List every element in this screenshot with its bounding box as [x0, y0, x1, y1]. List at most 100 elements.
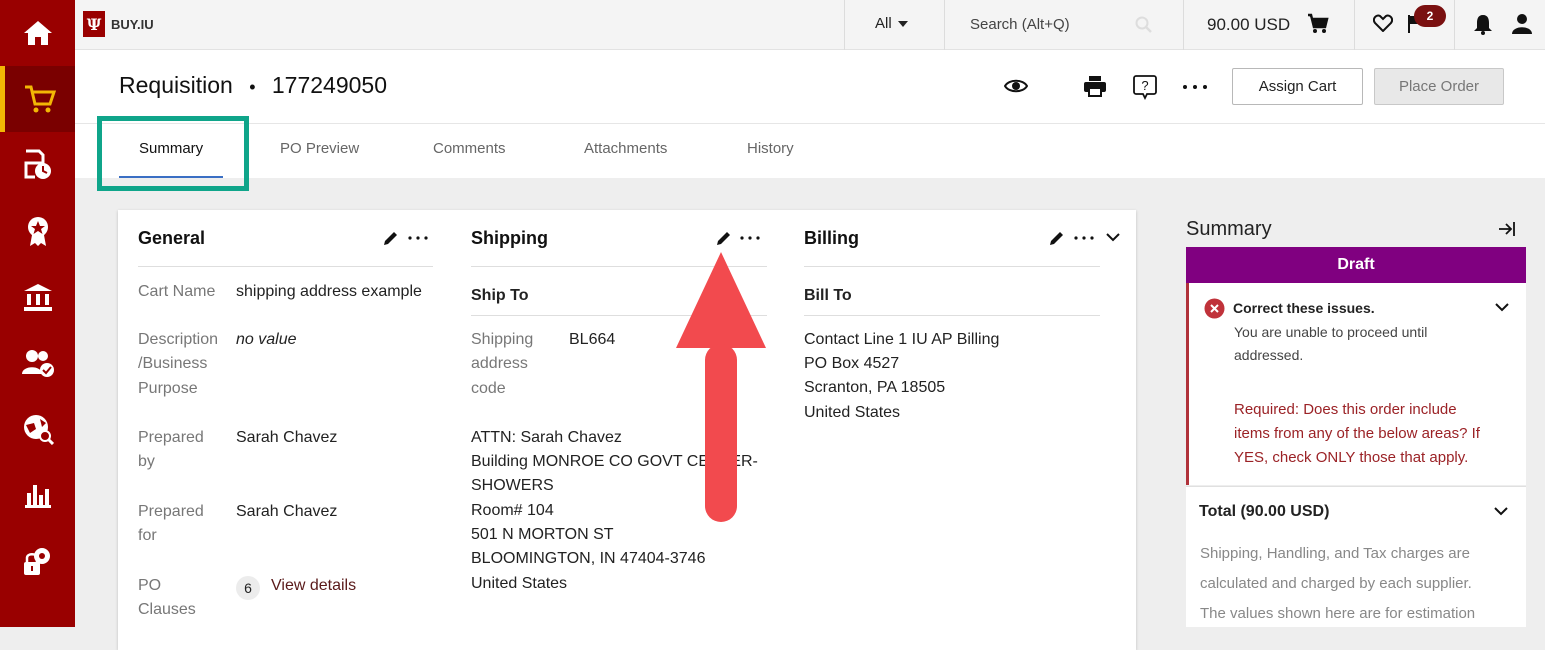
bill-address-line: United States [804, 404, 901, 421]
description-label: Description [138, 331, 219, 348]
total-note: The values shown here are for estimation [1200, 605, 1476, 622]
home-icon [23, 21, 52, 45]
pencil-icon[interactable] [1049, 230, 1065, 246]
user-icon[interactable] [1511, 13, 1533, 35]
bank-icon [23, 284, 52, 311]
ship-address-line: United States [471, 575, 568, 592]
tab-comments[interactable]: Comments [433, 140, 506, 157]
logo-text: BUY.IU [111, 16, 154, 32]
ship-address-line: BLOOMINGTON, IN 47404-3746 [471, 550, 706, 567]
description-label: Purpose [138, 380, 198, 397]
tab-history[interactable]: History [747, 140, 794, 157]
search-scope-label: All [875, 15, 892, 32]
highlight-box [97, 116, 249, 191]
buy-iu-logo[interactable]: Ψ BUY.IU [83, 11, 154, 37]
search-scope-dropdown[interactable]: All [875, 15, 908, 32]
nav-reports[interactable] [0, 462, 75, 528]
caret-down-icon [897, 20, 908, 27]
description-label: /Business [138, 355, 208, 372]
print-icon[interactable] [1083, 75, 1107, 97]
prepared-by-label: by [138, 453, 155, 470]
more-options-icon[interactable] [408, 236, 428, 240]
shipping-code-label: Shipping [471, 331, 534, 348]
nav-suppliers[interactable] [0, 330, 75, 396]
place-order-button[interactable]: Place Order [1374, 68, 1504, 105]
total-note: calculated and charged by each supplier. [1200, 575, 1472, 592]
prepared-by-value: Sarah Chavez [236, 429, 338, 446]
billing-heading: Billing [804, 228, 859, 248]
nav-global[interactable] [0, 396, 75, 462]
shipping-code-label: code [471, 380, 506, 397]
required-question[interactable]: Required: Does this order include [1234, 401, 1457, 418]
total-note: Shipping, Handling, and Tax charges are [1200, 545, 1470, 562]
top-bar: Ψ BUY.IU All Search (Alt+Q) 90.00 USD 2 [75, 0, 1545, 50]
nav-contracts[interactable] [0, 198, 75, 264]
search-input[interactable]: Search (Alt+Q) [945, 0, 1183, 50]
cart-name-value: shipping address example [236, 283, 422, 300]
eye-icon[interactable] [1004, 78, 1028, 94]
more-options-icon[interactable] [1074, 236, 1094, 240]
total-panel: Total (90.00 USD) Shipping, Handling, an… [1186, 486, 1526, 627]
help-icon[interactable]: ? [1133, 74, 1157, 100]
chevron-down-icon[interactable] [1494, 507, 1508, 516]
nav-orders[interactable] [0, 132, 75, 198]
po-clauses-label: Clauses [138, 601, 196, 618]
issues-panel: Correct these issues. You are unable to … [1186, 283, 1526, 485]
chevron-down-icon[interactable] [1106, 233, 1120, 242]
bar-chart-icon [24, 485, 51, 508]
left-navigation [0, 0, 75, 627]
document-clock-icon [24, 149, 51, 179]
nav-home[interactable] [0, 0, 75, 66]
tab-po-preview[interactable]: PO Preview [280, 140, 359, 157]
ship-address-line: SHOWERS [471, 477, 554, 494]
cart-icon[interactable] [1307, 13, 1329, 35]
bell-icon[interactable] [1473, 13, 1493, 35]
summary-panel-title: Summary [1186, 218, 1272, 240]
pencil-icon[interactable] [383, 230, 399, 246]
shipping-heading: Shipping [471, 228, 548, 248]
page-title: Requisition • 177249050 [119, 72, 387, 99]
bill-address-line: Scranton, PA 18505 [804, 379, 946, 396]
divider [804, 266, 1100, 267]
total-label: Total (90.00 USD) [1199, 503, 1330, 520]
po-clauses-label: PO [138, 577, 162, 594]
required-question[interactable]: YES, check ONLY those that apply. [1234, 449, 1468, 466]
title-text: Requisition [119, 72, 233, 98]
shipping-code-label: address [471, 355, 528, 372]
svg-text:?: ? [1141, 78, 1148, 93]
divider [844, 0, 845, 50]
po-clauses-count: 6 [236, 576, 260, 600]
heart-icon[interactable] [1373, 14, 1393, 32]
shipping-code-value: BL664 [569, 331, 616, 348]
lock-gear-icon [23, 548, 50, 575]
cart-icon [25, 85, 56, 113]
nav-shop[interactable] [0, 66, 75, 132]
ship-address-line: 501 N MORTON ST [471, 526, 614, 543]
divider [1183, 0, 1184, 50]
cart-total[interactable]: 90.00 USD [1207, 15, 1290, 35]
prepared-for-value: Sarah Chavez [236, 503, 338, 520]
required-question[interactable]: items from any of the below areas? If [1234, 425, 1480, 442]
nav-accounts[interactable] [0, 264, 75, 330]
globe-search-icon [23, 415, 54, 445]
flag-count-badge: 2 [1414, 5, 1446, 27]
view-details-link[interactable]: View details [271, 574, 356, 598]
pencil-icon[interactable] [716, 230, 732, 246]
issues-text: addressed. [1234, 347, 1304, 363]
more-options-icon[interactable] [740, 236, 760, 240]
users-check-icon [21, 350, 54, 377]
chevron-down-icon[interactable] [1495, 303, 1509, 312]
divider [1454, 0, 1455, 50]
more-options-icon[interactable] [1183, 85, 1207, 89]
bill-address-line: Contact Line 1 IU AP Billing [804, 331, 1000, 348]
search-icon[interactable] [1135, 16, 1153, 34]
assign-cart-button[interactable]: Assign Cart [1232, 68, 1363, 105]
title-separator: • [249, 77, 256, 97]
prepared-for-label: for [138, 527, 157, 544]
general-heading: General [138, 228, 206, 248]
tab-attachments[interactable]: Attachments [584, 140, 667, 157]
requisition-number: 177249050 [271, 72, 388, 98]
collapse-panel-icon[interactable] [1498, 221, 1516, 237]
nav-admin[interactable] [0, 528, 75, 594]
issues-text: You are unable to proceed until [1234, 324, 1428, 340]
